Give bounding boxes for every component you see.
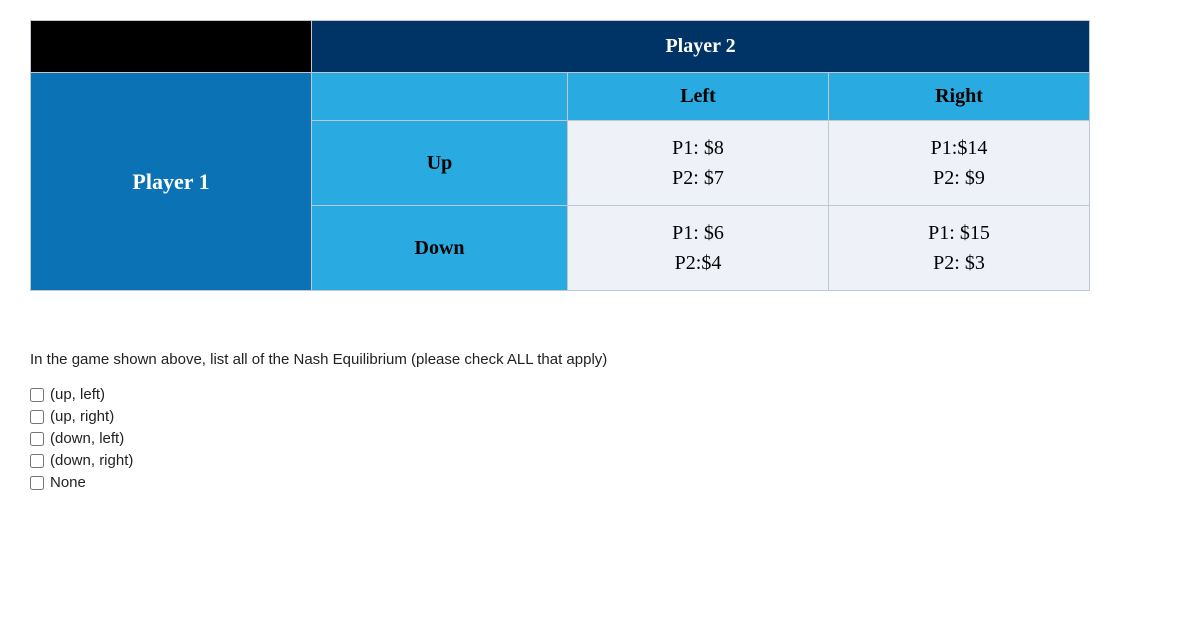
p1-value: P1: $15 bbox=[928, 222, 990, 244]
question-text: In the game shown above, list all of the… bbox=[30, 351, 1170, 368]
blank-header-2 bbox=[312, 73, 568, 121]
checkbox-none[interactable] bbox=[30, 476, 44, 490]
option-up-left[interactable]: (up, left) bbox=[30, 386, 1170, 403]
checkbox-down-left[interactable] bbox=[30, 432, 44, 446]
col-right: Right bbox=[828, 73, 1089, 121]
player2-header: Player 2 bbox=[312, 21, 1090, 73]
p2-value: P2:$4 bbox=[675, 252, 722, 274]
row-down: Down bbox=[312, 206, 568, 291]
p2-value: P2: $9 bbox=[933, 167, 985, 189]
checkbox-up-right[interactable] bbox=[30, 410, 44, 424]
player1-header: Player 1 bbox=[31, 73, 312, 291]
p1-value: P1:$14 bbox=[931, 137, 988, 159]
p1-value: P1: $6 bbox=[672, 222, 724, 244]
answer-options: (up, left) (up, right) (down, left) (dow… bbox=[30, 386, 1170, 491]
option-down-left[interactable]: (down, left) bbox=[30, 430, 1170, 447]
row-up: Up bbox=[312, 121, 568, 206]
payoff-up-left: P1: $8 P2: $7 bbox=[568, 121, 829, 206]
option-label: None bbox=[50, 474, 86, 491]
col-left: Left bbox=[568, 73, 829, 121]
p2-value: P2: $7 bbox=[672, 167, 724, 189]
option-label: (down, right) bbox=[50, 452, 133, 469]
option-none[interactable]: None bbox=[30, 474, 1170, 491]
payoff-table: Player 2 Player 1 Left Right Up P1: $8 P… bbox=[30, 20, 1090, 291]
option-label: (down, left) bbox=[50, 430, 124, 447]
payoff-down-right: P1: $15 P2: $3 bbox=[828, 206, 1089, 291]
blank-header-1 bbox=[31, 21, 312, 73]
option-down-right[interactable]: (down, right) bbox=[30, 452, 1170, 469]
checkbox-down-right[interactable] bbox=[30, 454, 44, 468]
p2-value: P2: $3 bbox=[933, 252, 985, 274]
checkbox-up-left[interactable] bbox=[30, 388, 44, 402]
payoff-up-right: P1:$14 P2: $9 bbox=[828, 121, 1089, 206]
option-up-right[interactable]: (up, right) bbox=[30, 408, 1170, 425]
p1-value: P1: $8 bbox=[672, 137, 724, 159]
option-label: (up, right) bbox=[50, 408, 114, 425]
payoff-down-left: P1: $6 P2:$4 bbox=[568, 206, 829, 291]
option-label: (up, left) bbox=[50, 386, 105, 403]
